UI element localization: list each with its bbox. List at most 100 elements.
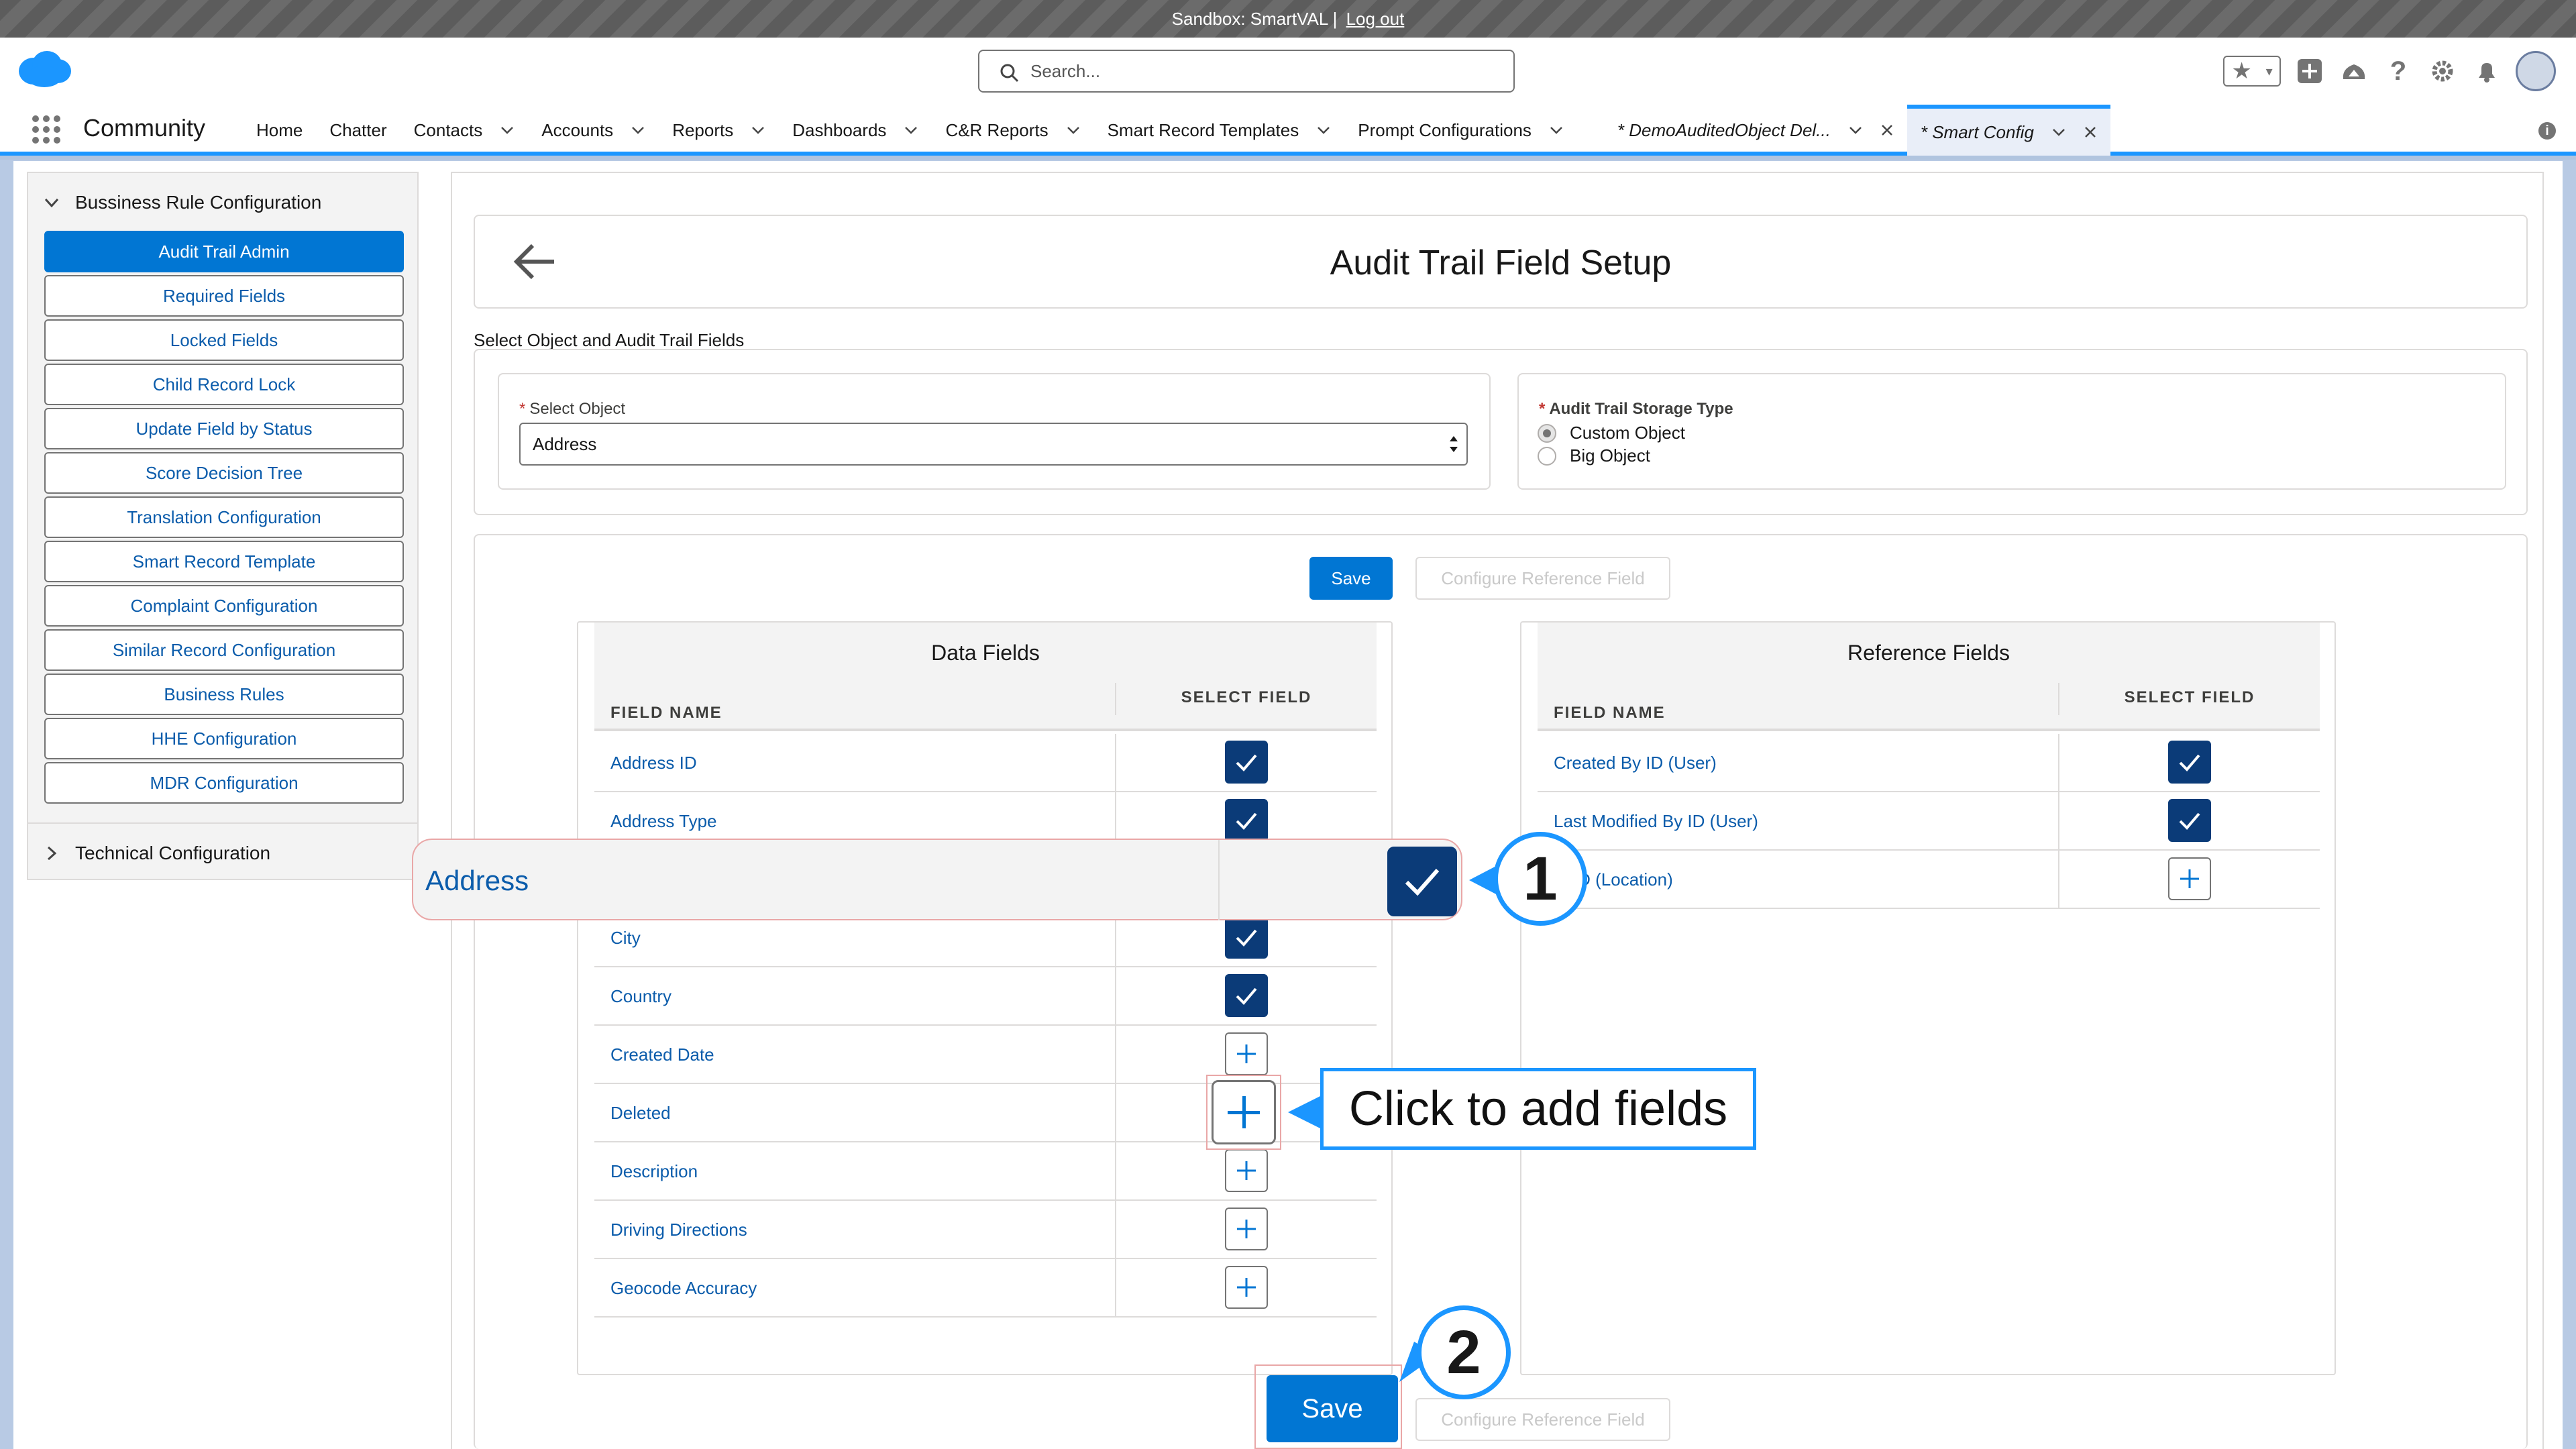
add-icon[interactable] [2294, 56, 2325, 87]
section-title: Technical Configuration [75, 843, 271, 863]
global-search[interactable] [978, 50, 1515, 93]
trailhead-icon[interactable] [2339, 56, 2369, 87]
field-selected-checkbox[interactable] [1225, 916, 1268, 959]
zoomed-field-row-callout: Address [412, 839, 1462, 920]
config-button-audit-trail-admin[interactable]: Audit Trail Admin [44, 231, 404, 272]
select-object-dropdown[interactable]: Address [519, 423, 1468, 466]
info-icon[interactable]: i [2538, 122, 2556, 140]
panel-divider [28, 822, 417, 824]
chevron-down-icon[interactable] [1066, 123, 1081, 138]
field-name: Created Date [610, 1044, 714, 1065]
field-name: Created By ID (User) [1554, 753, 1717, 773]
config-button-smart-record-template[interactable]: Smart Record Template [44, 541, 404, 582]
config-button-locked-fields[interactable]: Locked Fields [44, 319, 404, 361]
field-selected-checkbox[interactable] [1225, 741, 1268, 784]
close-tab-icon[interactable] [2084, 125, 2097, 139]
required-marker: * [519, 400, 526, 418]
field-name: Geocode Accuracy [610, 1278, 757, 1298]
header-icon-group: ★ ▾ ? [2223, 51, 2556, 91]
notifications-bell-icon[interactable] [2471, 56, 2502, 87]
radio-custom-object[interactable]: Custom Object [1538, 423, 1685, 443]
config-button-child-record-lock[interactable]: Child Record Lock [44, 364, 404, 405]
nav-item-label: Accounts [541, 119, 614, 140]
column-divider [1115, 967, 1116, 1026]
config-button-complaint-configuration[interactable]: Complaint Configuration [44, 585, 404, 627]
field-name: Description [610, 1161, 698, 1181]
nav-item-chatter[interactable]: Chatter [316, 105, 400, 156]
configure-reference-field-button-bottom[interactable]: Configure Reference Field [1415, 1398, 1670, 1441]
checkmark-icon [1236, 987, 1257, 1005]
help-icon[interactable]: ? [2383, 56, 2414, 87]
field-selected-checkbox[interactable] [2168, 799, 2211, 842]
nav-item-reports[interactable]: Reports [659, 105, 779, 156]
user-avatar[interactable] [2516, 51, 2556, 91]
chevron-down-icon[interactable] [631, 123, 645, 138]
nav-item-accounts[interactable]: Accounts [528, 105, 659, 156]
tip-callout: Click to add fields [1320, 1068, 1756, 1150]
config-button-mdr-configuration[interactable]: MDR Configuration [44, 762, 404, 804]
nav-item-smart-record-templates[interactable]: Smart Record Templates [1094, 105, 1345, 156]
section-title: Bussiness Rule Configuration [75, 192, 322, 213]
chevron-down-icon[interactable] [2051, 125, 2066, 140]
sandbox-text: Sandbox: SmartVAL | [1171, 9, 1338, 29]
page-title: Audit Trail Field Setup [1330, 244, 1672, 282]
chevron-down-icon[interactable] [1848, 123, 1863, 138]
reference-fields-title: Reference Fields [1538, 623, 2320, 683]
add-field-button[interactable] [1225, 1032, 1268, 1075]
zoomed-row-divider [1218, 840, 1220, 920]
search-input[interactable] [1030, 58, 1500, 85]
config-button-update-field-by-status[interactable]: Update Field by Status [44, 408, 404, 449]
chevron-down-icon: ▾ [2265, 64, 2273, 79]
checkmark-icon [1236, 812, 1257, 830]
col-select-field: SELECT FIELD [2124, 688, 2255, 706]
save-button-top[interactable]: Save [1309, 557, 1393, 600]
chevron-down-icon[interactable] [751, 123, 765, 138]
table-row: Driving Directions [594, 1201, 1377, 1259]
nav-item-prompt-configurations[interactable]: Prompt Configurations [1344, 105, 1577, 156]
favorites-button[interactable]: ★ ▾ [2223, 56, 2281, 87]
nav-item-c-r-reports[interactable]: C&R Reports [932, 105, 1093, 156]
radio-big-object[interactable]: Big Object [1538, 445, 1650, 466]
setup-gear-icon[interactable] [2427, 56, 2458, 87]
app-launcher-icon[interactable] [31, 114, 62, 145]
business-rule-section-toggle[interactable]: Bussiness Rule Configuration [43, 191, 321, 215]
salesforce-logo-icon[interactable] [13, 47, 74, 90]
config-button-required-fields[interactable]: Required Fields [44, 275, 404, 317]
config-button-hhe-configuration[interactable]: HHE Configuration [44, 718, 404, 759]
add-field-plus-button-zoomed[interactable] [1212, 1080, 1276, 1144]
nav-item-label: Dashboards [792, 119, 887, 140]
field-selected-checkbox[interactable] [1225, 799, 1268, 842]
chevron-down-icon[interactable] [1316, 123, 1331, 138]
workspace-tab-1[interactable]: * DemoAuditedObject Del... [1604, 105, 1907, 156]
sandbox-banner: Sandbox: SmartVAL | Log out [0, 0, 2576, 38]
config-button-business-rules[interactable]: Business Rules [44, 674, 404, 715]
add-field-button[interactable] [1225, 1208, 1268, 1250]
chevron-down-icon[interactable] [1549, 123, 1564, 138]
save-button-bottom[interactable]: Save [1267, 1375, 1398, 1442]
field-selected-checkbox[interactable] [1225, 974, 1268, 1017]
close-tab-icon[interactable] [1880, 123, 1894, 137]
config-button-score-decision-tree[interactable]: Score Decision Tree [44, 452, 404, 494]
add-field-button[interactable] [1225, 1149, 1268, 1192]
config-button-translation-configuration[interactable]: Translation Configuration [44, 496, 404, 538]
nav-item-contacts[interactable]: Contacts [400, 105, 529, 156]
field-selected-checkbox[interactable] [2168, 741, 2211, 784]
search-icon [1000, 64, 1019, 83]
add-field-button[interactable] [1225, 1266, 1268, 1309]
radio-label: Custom Object [1570, 423, 1685, 443]
add-field-button[interactable] [2168, 857, 2211, 900]
chevron-down-icon[interactable] [500, 123, 515, 138]
col-select-field: SELECT FIELD [1181, 688, 1312, 706]
configure-reference-field-button-top[interactable]: Configure Reference Field [1415, 557, 1670, 600]
logout-link[interactable]: Log out [1346, 9, 1405, 29]
radio-button-checked[interactable] [1538, 423, 1556, 443]
nav-item-home[interactable]: Home [243, 105, 316, 156]
nav-item-dashboards[interactable]: Dashboards [779, 105, 932, 156]
table-row: Description [594, 1142, 1377, 1201]
config-button-similar-record-configuration[interactable]: Similar Record Configuration [44, 629, 404, 671]
radio-button[interactable] [1538, 446, 1556, 466]
zoomed-checkbox-checked[interactable] [1387, 847, 1457, 916]
chevron-down-icon[interactable] [904, 123, 918, 138]
workspace-tab-2[interactable]: * Smart Config [1907, 105, 2110, 156]
technical-config-section-toggle[interactable]: Technical Configuration [43, 841, 270, 865]
